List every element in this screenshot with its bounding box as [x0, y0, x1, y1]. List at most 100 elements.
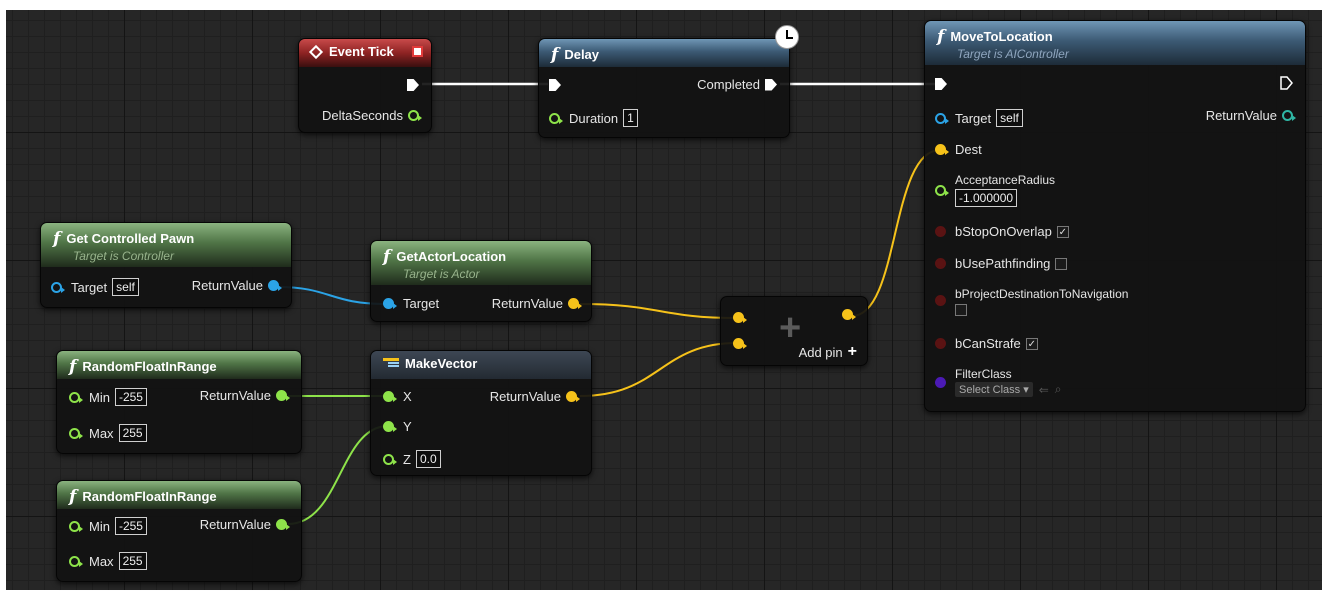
get-controlled-pawn-header[interactable]: f Get Controlled Pawn Target is Controlle… [41, 223, 291, 267]
get-controlled-pawn-node[interactable]: f Get Controlled Pawn Target is Controlle… [40, 222, 292, 308]
random-float-header-2[interactable]: f RandomFloatInRange [57, 481, 301, 509]
target-pin[interactable] [383, 298, 397, 309]
struct-icon [383, 358, 399, 367]
target-input[interactable]: self [996, 109, 1023, 127]
random-float-header-1[interactable]: f RandomFloatInRange [57, 351, 301, 379]
target-label: Target [955, 110, 992, 126]
target-pin[interactable] [51, 281, 65, 293]
delay-exec-in-row [549, 79, 561, 91]
add-output-pin[interactable] [842, 309, 856, 320]
duration-label: Duration [569, 110, 619, 126]
target-label: Target [403, 296, 440, 311]
browse-search-icon[interactable]: ⌕ [1055, 382, 1062, 397]
add-pin-row[interactable]: Add pin + [799, 343, 857, 361]
exec-out-hollow-pin[interactable] [1280, 76, 1293, 90]
random-float-title-1: RandomFloatInRange [82, 359, 217, 374]
target-pin[interactable] [935, 112, 949, 124]
duration-pin[interactable] [549, 112, 563, 124]
move-to-location-header[interactable]: f MoveToLocation Target is AIController [925, 21, 1305, 65]
y-pin[interactable] [383, 421, 397, 432]
return-value-pin[interactable] [568, 298, 582, 309]
dest-row: Dest [935, 142, 982, 157]
delta-seconds-pin[interactable] [408, 110, 422, 121]
project-destination-row: bProjectDestinationToNavigation [935, 287, 1128, 319]
completed-exec-pin[interactable] [765, 78, 777, 91]
y-label: Y [403, 419, 412, 434]
min-input[interactable]: -255 [114, 517, 147, 535]
max-pin[interactable] [69, 555, 83, 567]
use-pathfinding-checkbox[interactable] [1055, 257, 1068, 270]
max-label: Max [89, 553, 114, 569]
event-tick-header[interactable]: Event Tick [299, 39, 431, 67]
z-label: Z [403, 451, 411, 467]
exec-in-pin[interactable] [935, 78, 947, 90]
function-icon: f [383, 247, 391, 267]
use-selected-arrow-icon[interactable]: ⇐ [1039, 383, 1049, 397]
get-controlled-pawn-title: Get Controlled Pawn [66, 231, 195, 246]
random-float-in-range-node-2[interactable]: f RandomFloatInRange Min -255 ReturnValue… [56, 480, 302, 582]
get-actor-location-subtitle: Target is Actor [403, 267, 480, 281]
delay-header[interactable]: f Delay [539, 39, 789, 67]
return-value-pin[interactable] [268, 280, 282, 291]
pawn-return-row: ReturnValue [192, 278, 282, 293]
return-value-pin[interactable] [276, 519, 290, 530]
filter-class-row: FilterClass Select Class ▾ ⇐ ⌕ [935, 367, 1062, 397]
exec-out-pin[interactable] [407, 79, 419, 91]
delay-node[interactable]: f Delay Completed Duration 1 [538, 38, 790, 138]
add-pin-label[interactable]: Add pin [799, 345, 843, 360]
max-input[interactable]: 255 [118, 552, 147, 570]
z-input[interactable]: 0.0 [415, 450, 441, 468]
use-pathfinding-label: bUsePathfinding [955, 256, 1051, 271]
move-to-location-subtitle: Target is AIController [957, 47, 1069, 61]
max-input[interactable]: 255 [118, 424, 147, 442]
return-value-pin[interactable] [1282, 110, 1296, 121]
use-pathfinding-pin[interactable] [935, 258, 946, 269]
min-input[interactable]: -255 [114, 388, 147, 406]
select-class-dropdown[interactable]: Select Class ▾ [955, 382, 1033, 397]
target-input[interactable]: self [112, 278, 139, 296]
min-pin[interactable] [69, 520, 83, 532]
stop-on-overlap-label: bStopOnOverlap [955, 224, 1052, 239]
get-actor-location-header[interactable]: f GetActorLocation Target is Actor [371, 241, 591, 285]
completed-label: Completed [697, 77, 760, 92]
random-float-in-range-node-1[interactable]: f RandomFloatInRange Min -255 ReturnValue… [56, 350, 302, 454]
project-destination-label: bProjectDestinationToNavigation [955, 287, 1129, 301]
x-pin[interactable] [383, 391, 397, 402]
filter-class-label: FilterClass [955, 367, 1012, 381]
event-tick-node[interactable]: Event Tick DeltaSeconds [298, 38, 432, 133]
stop-on-overlap-pin[interactable] [935, 226, 946, 237]
min-row-2: Min -255 [69, 517, 147, 535]
move-to-location-node[interactable]: f MoveToLocation Target is AIController T… [924, 20, 1306, 412]
actor-return-row: ReturnValue [492, 296, 582, 311]
get-actor-location-node[interactable]: f GetActorLocation Target is Actor Target… [370, 240, 592, 322]
return-value-pin[interactable] [566, 391, 580, 402]
return-value-pin[interactable] [276, 390, 290, 401]
make-vector-node[interactable]: MakeVector X ReturnValue Y Z 0.0 [370, 350, 592, 476]
stop-on-overlap-checkbox[interactable]: ✓ [1056, 225, 1069, 238]
make-vector-header[interactable]: MakeVector [371, 351, 591, 379]
exec-in-pin[interactable] [549, 79, 561, 91]
acceptance-radius-input[interactable]: -1.000000 [955, 189, 1018, 207]
min-pin[interactable] [69, 391, 83, 403]
add-pin-plus-icon[interactable]: + [848, 343, 857, 361]
can-strafe-checkbox[interactable]: ✓ [1025, 337, 1038, 350]
add-input-a-pin[interactable] [733, 312, 747, 323]
event-delegate-icon[interactable] [412, 46, 423, 57]
filter-class-pin[interactable] [935, 377, 946, 388]
event-tick-title: Event Tick [329, 44, 394, 59]
z-pin[interactable] [383, 453, 397, 465]
project-destination-checkbox[interactable] [955, 304, 967, 316]
max-pin[interactable] [69, 427, 83, 439]
dest-label: Dest [955, 142, 982, 157]
add-input-b-pin[interactable] [733, 338, 747, 349]
dest-pin[interactable] [935, 144, 949, 155]
random-return-row-2: ReturnValue [200, 517, 290, 532]
event-diamond-icon [308, 44, 324, 60]
duration-input[interactable]: 1 [623, 109, 638, 127]
function-icon: f [69, 357, 77, 377]
can-strafe-pin[interactable] [935, 338, 946, 349]
add-vector-node[interactable]: + Add pin + [720, 296, 868, 366]
move-exec-in-row [935, 78, 947, 90]
acceptance-radius-pin[interactable] [935, 185, 949, 196]
project-destination-pin[interactable] [935, 295, 946, 306]
